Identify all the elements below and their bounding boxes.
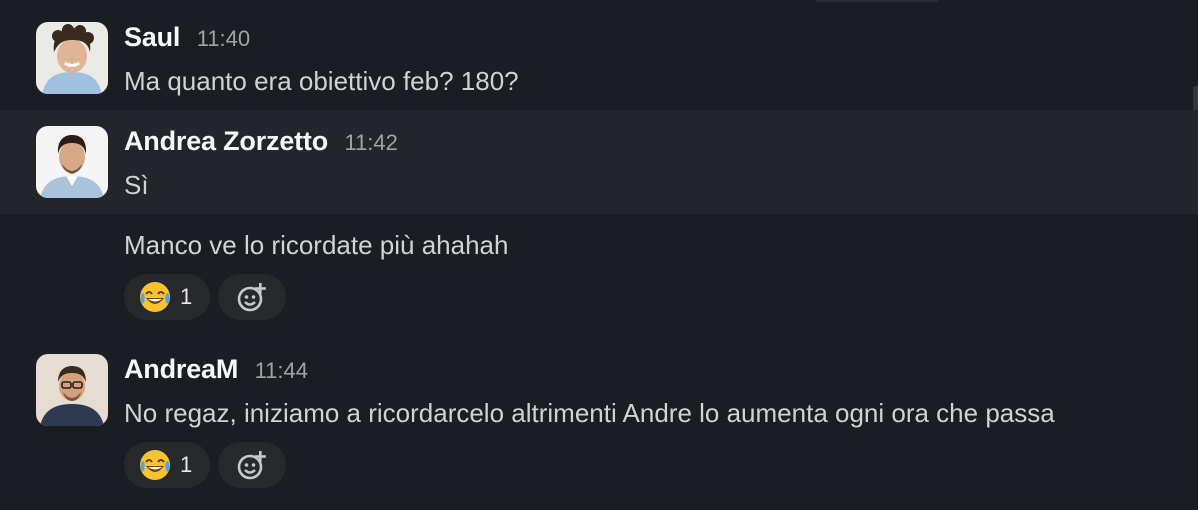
message-saul[interactable]: Saul 11:40 Ma quanto era obiettivo feb? … (0, 6, 1198, 106)
avatar[interactable] (36, 126, 108, 198)
timestamp[interactable]: 11:40 (197, 26, 250, 51)
timestamp[interactable]: 11:44 (255, 358, 308, 383)
joy-emoji-icon (140, 450, 170, 480)
avatar[interactable] (36, 354, 108, 426)
add-reaction-button[interactable] (218, 274, 286, 320)
message-andream[interactable]: AndreaM 11:44 No regaz, iniziamo a ricor… (0, 338, 1198, 510)
add-reaction-icon (237, 451, 266, 480)
add-reaction-button[interactable] (218, 442, 286, 488)
message-andrea-zorzetto[interactable]: Andrea Zorzetto 11:42 Sì (0, 110, 1198, 214)
avatar-saul-image (36, 22, 108, 94)
joy-emoji-icon (140, 282, 170, 312)
reaction-count: 1 (180, 284, 193, 309)
reaction-joy[interactable]: 1 (124, 442, 210, 488)
reaction-joy[interactable]: 1 (124, 274, 210, 320)
message-continuation[interactable]: Manco ve lo ricordate più ahahah 1 (0, 214, 1198, 334)
message-text: No regaz, iniziamo a ricordarcelo altrim… (124, 398, 1055, 428)
message-text: Sì (124, 170, 149, 200)
reaction-count: 1 (180, 452, 193, 477)
timestamp[interactable]: 11:42 (344, 130, 397, 155)
message-text: Ma quanto era obiettivo feb? 180? (124, 66, 519, 96)
author-name[interactable]: AndreaM (124, 354, 238, 384)
author-name[interactable]: Andrea Zorzetto (124, 126, 328, 156)
author-name[interactable]: Saul (124, 22, 180, 52)
message-text: Manco ve lo ricordate più ahahah (124, 230, 509, 260)
jump-to-pill[interactable] (812, 0, 942, 2)
add-reaction-icon (237, 283, 266, 312)
avatar-andream-image (36, 354, 108, 426)
avatar[interactable] (36, 22, 108, 94)
avatar-andrea-zorzetto-image (36, 126, 108, 198)
